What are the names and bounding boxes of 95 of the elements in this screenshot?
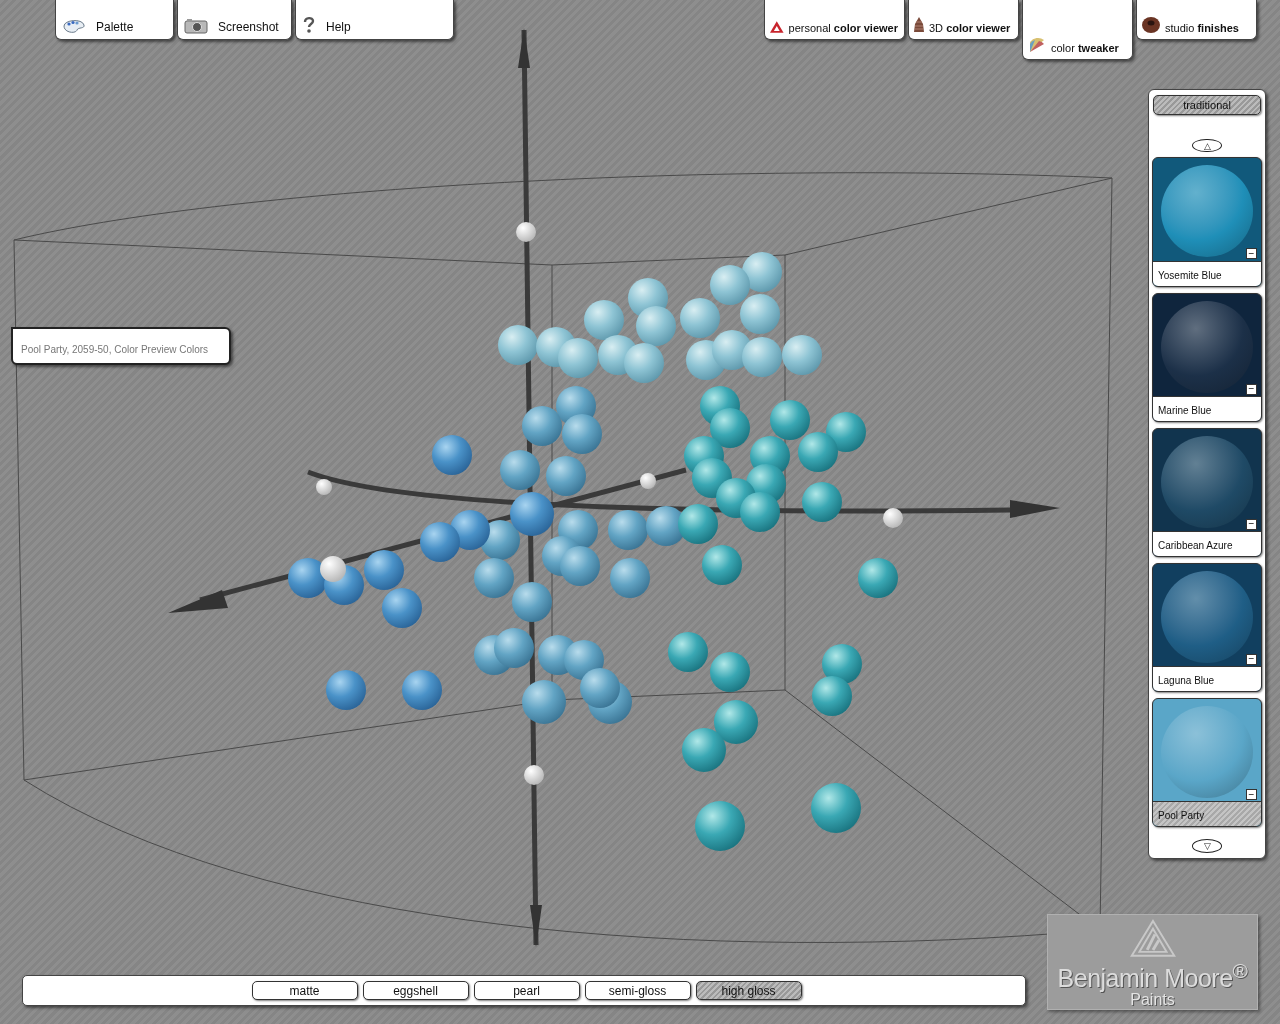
swatch-name: Marine Blue [1153,395,1261,421]
remove-button[interactable]: − [1246,248,1257,260]
finish-button[interactable]: semi-gloss [584,981,691,1000]
camera-icon [184,18,208,34]
color-sphere[interactable] [811,783,861,833]
color-sphere[interactable] [546,456,586,496]
color-sphere[interactable] [610,558,650,598]
color-sphere[interactable] [680,298,720,338]
swatch-card[interactable]: − Caribbean Azure [1152,427,1262,557]
donut-icon [1141,16,1161,34]
triangle-logo-icon [769,20,785,34]
palette-icon [62,18,86,34]
color-sphere[interactable] [522,680,566,724]
color-sphere[interactable] [822,644,862,684]
color-sphere[interactable] [420,522,460,562]
color-sphere[interactable] [740,492,780,532]
color-sphere[interactable] [474,558,514,598]
finish-button[interactable]: pearl [473,981,580,1000]
color-sphere[interactable] [740,294,780,334]
color-sphere[interactable] [812,676,852,716]
color-sphere[interactable] [802,482,842,522]
color-sphere[interactable] [770,400,810,440]
view-tab[interactable]: personal color viewer [764,0,905,40]
color-sphere[interactable] [710,408,750,448]
swatch-card[interactable]: − Pool Party [1152,698,1262,828]
triangle-logo-icon [1128,919,1177,958]
color-sphere[interactable] [695,801,745,851]
scroll-up-button[interactable]: △ [1192,138,1222,153]
scroll-down-button[interactable]: ▽ [1192,839,1222,853]
color-sphere[interactable] [742,252,782,292]
remove-button[interactable]: − [1246,383,1257,395]
color-sphere[interactable] [826,412,866,452]
color-sphere[interactable] [562,414,602,454]
color-sphere[interactable] [432,435,472,475]
axis-handle[interactable] [320,556,346,582]
toolbar-button[interactable]: Palette [55,0,174,40]
swatch-name: Yosemite Blue [1153,260,1261,286]
swatch-card[interactable]: − Marine Blue [1152,292,1262,422]
swatch-name: Pool Party [1153,801,1261,827]
color-sphere[interactable] [678,504,718,544]
color-sphere[interactable] [710,652,750,692]
swatch-name: Caribbean Azure [1153,530,1261,556]
color-sphere[interactable] [288,558,328,598]
toolbar-button[interactable]: Screenshot [177,0,292,40]
axis-handle[interactable] [883,508,903,528]
view-tab[interactable]: 3D color viewer [908,0,1019,40]
collection-button[interactable]: traditional [1153,95,1261,115]
color-sphere[interactable] [522,406,562,446]
color-sphere[interactable] [624,343,664,383]
color-sphere[interactable] [782,335,822,375]
color-sphere[interactable] [682,728,726,772]
remove-button[interactable]: − [1246,518,1257,530]
remove-button[interactable]: − [1246,789,1257,801]
color-sphere[interactable] [668,632,708,672]
swatch-card[interactable]: − Laguna Blue [1152,562,1262,693]
finish-button[interactable]: eggshell [362,981,469,1000]
help-icon [302,16,316,34]
cone-icon [913,16,925,34]
color-sphere[interactable] [702,545,742,585]
color-sphere[interactable] [742,337,782,377]
finish-button[interactable]: high gloss [695,981,802,1000]
color-sphere[interactable] [714,700,758,744]
color-sphere[interactable] [564,640,604,680]
info-label: Pool Party, 2059-50, Color Preview Colors [11,327,231,365]
swatch-name: Laguna Blue [1153,666,1261,692]
color-sphere[interactable] [710,265,750,305]
color-sphere[interactable] [584,300,624,340]
color-sphere[interactable] [798,432,838,472]
color-sphere[interactable] [636,306,676,346]
remove-button[interactable]: − [1246,653,1257,665]
axis-handle[interactable] [640,473,656,489]
brand-tagline: Paints [1130,991,1175,1009]
color-sphere[interactable] [608,510,648,550]
color-sphere[interactable] [558,338,598,378]
color-sphere[interactable] [498,325,538,365]
color-sphere[interactable] [858,558,898,598]
color-sphere[interactable] [326,670,366,710]
color-sphere[interactable] [450,510,490,550]
axis-handle[interactable] [516,222,536,242]
color-sphere[interactable] [494,628,534,668]
color-sphere[interactable] [364,550,404,590]
view-tab[interactable]: studio finishes [1136,0,1257,40]
color-sphere[interactable] [510,492,554,536]
color-sphere[interactable] [402,670,442,710]
color-sphere[interactable] [500,450,540,490]
color-sphere[interactable] [580,668,620,708]
finish-button[interactable]: matte [251,981,358,1000]
color-sphere[interactable] [560,546,600,586]
axis-handle[interactable] [524,765,544,785]
color-sphere[interactable] [382,588,422,628]
toolbar-button[interactable]: Help [295,0,454,40]
color-sphere[interactable] [512,582,552,622]
view-tab[interactable]: color tweaker [1022,0,1133,60]
axis-handle[interactable] [316,479,332,495]
swatch-card[interactable]: − Yosemite Blue [1152,157,1262,287]
